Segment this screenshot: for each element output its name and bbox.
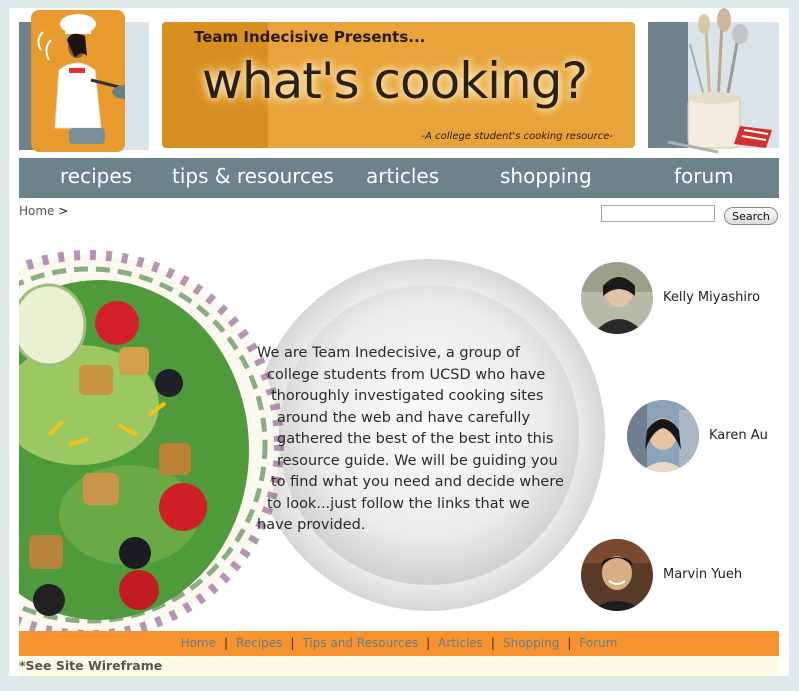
intro-line: college students from UCSD who have	[267, 366, 546, 383]
intro-line: have provided.	[257, 517, 366, 533]
nav-tips-resources[interactable]: tips & resources	[172, 164, 334, 188]
intro-line: around the web and have carefully	[277, 409, 531, 426]
intro-text: We are Team Inedecisive, a group of coll…	[257, 343, 587, 537]
chef-illustration	[31, 10, 125, 152]
header-right-panel	[648, 8, 779, 154]
nav-shopping[interactable]: shopping	[500, 164, 592, 188]
avatar	[581, 539, 653, 611]
team-member-name: Karen Au	[709, 428, 768, 443]
search-button[interactable]: Search	[724, 207, 778, 225]
hero-section: We are Team Inedecisive, a group of coll…	[19, 235, 779, 631]
presents-text: Team Indecisive Presents...	[194, 28, 426, 46]
intro-line: resource guide. We will be guiding you	[277, 452, 558, 469]
team-member-marvin[interactable]: Marvin Yueh	[581, 539, 771, 615]
footer-separator: |	[224, 636, 229, 650]
team-member-name: Kelly Miyashiro	[663, 290, 761, 305]
footer-separator: |	[490, 636, 495, 650]
footer-link-forum[interactable]: Forum	[579, 636, 617, 650]
nav-recipes[interactable]: recipes	[60, 164, 132, 188]
intro-line: gathered the best of the best into this	[277, 431, 554, 447]
footer-separator: |	[290, 636, 295, 650]
footer-nav: Home | Recipes | Tips and Resources | Articles…	[19, 631, 779, 656]
intro-line: to look...just follow the links that we	[267, 495, 530, 512]
footer-link-recipes[interactable]: Recipes	[236, 636, 282, 650]
site-header: Team Indecisive Presents... what's cooki…	[19, 8, 779, 160]
avatar	[581, 262, 653, 334]
intro-line: We are Team Inedecisive, a group of	[257, 345, 521, 361]
main-nav: recipes tips & resources articles shoppi…	[19, 158, 779, 198]
breadcrumb: Home >	[19, 204, 68, 218]
header-banner: Team Indecisive Presents... what's cooki…	[162, 22, 635, 148]
avatar	[627, 400, 699, 472]
header-left-panel	[19, 10, 149, 152]
page: Team Indecisive Presents... what's cooki…	[9, 8, 789, 676]
footer-link-tips[interactable]: Tips and Resources	[302, 636, 418, 650]
search-input[interactable]	[601, 205, 715, 222]
intro-line: to find what you need and decide where	[271, 474, 564, 490]
footer-link-articles[interactable]: Articles	[438, 636, 483, 650]
nav-articles[interactable]: articles	[366, 164, 439, 188]
utensils-jar-illustration	[667, 8, 772, 154]
footer-link-shopping[interactable]: Shopping	[503, 636, 559, 650]
wireframe-note[interactable]: *See Site Wireframe	[19, 657, 779, 676]
breadcrumb-home[interactable]: Home	[19, 204, 54, 218]
intro-line: thoroughly investigated cooking sites	[271, 388, 544, 404]
site-title[interactable]: what's cooking?	[202, 52, 588, 110]
footer-separator: |	[567, 636, 572, 650]
team-member-karen[interactable]: Karen Au	[627, 400, 777, 476]
breadcrumb-separator: >	[58, 204, 69, 218]
team-member-name: Marvin Yueh	[663, 567, 743, 582]
footer-link-home[interactable]: Home	[181, 636, 216, 650]
nav-forum[interactable]: forum	[674, 164, 734, 188]
footer-separator: |	[426, 636, 431, 650]
team-member-kelly[interactable]: Kelly Miyashiro	[581, 262, 771, 338]
site-tagline: -A college student's cooking resource-	[421, 131, 613, 142]
